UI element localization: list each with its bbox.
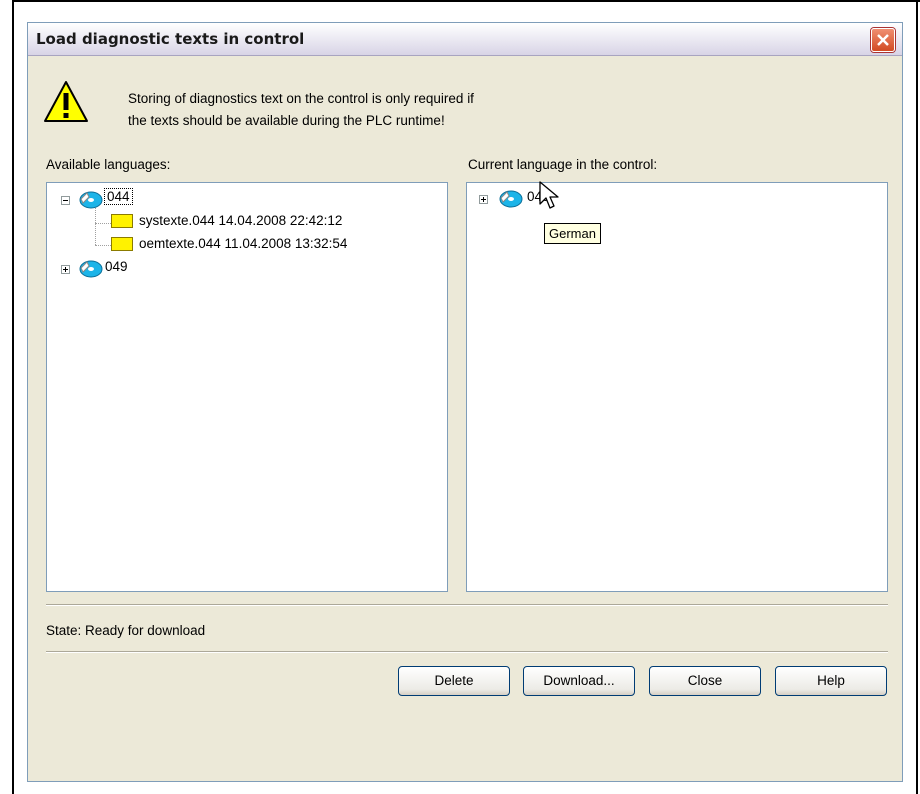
warning-icon bbox=[44, 81, 88, 122]
warning-line-1: Storing of diagnostics text on the contr… bbox=[128, 91, 474, 106]
close-button[interactable]: Close bbox=[649, 666, 761, 696]
frame-border-left bbox=[12, 0, 14, 794]
expand-toggle-current-049[interactable] bbox=[479, 195, 488, 204]
delete-button[interactable]: Delete bbox=[398, 666, 510, 696]
available-languages-label: Available languages: bbox=[46, 157, 171, 172]
warning-message: Storing of diagnostics text on the contr… bbox=[128, 88, 474, 132]
warning-line-2: the texts should be available during the… bbox=[128, 113, 445, 128]
language-disk-icon bbox=[79, 260, 103, 278]
language-tooltip: German bbox=[544, 223, 601, 244]
title-bar: Load diagnostic texts in control bbox=[28, 23, 902, 56]
dialog-title: Load diagnostic texts in control bbox=[36, 30, 305, 48]
tree-item-oemtexte[interactable]: oemtexte.044 11.04.2008 13:32:54 bbox=[139, 236, 347, 251]
close-window-button[interactable] bbox=[871, 28, 895, 52]
separator-bottom bbox=[46, 651, 888, 653]
current-language-tree[interactable]: 049 bbox=[466, 182, 888, 592]
frame-border-right bbox=[916, 0, 918, 794]
tree-connector bbox=[95, 245, 111, 246]
folder-icon bbox=[111, 237, 133, 251]
help-button[interactable]: Help bbox=[775, 666, 887, 696]
current-language-label: Current language in the control: bbox=[468, 157, 658, 172]
folder-icon bbox=[111, 214, 133, 228]
expand-toggle-049[interactable] bbox=[61, 265, 70, 274]
download-button[interactable]: Download... bbox=[523, 666, 635, 696]
available-languages-tree[interactable]: 044 systexte.044 14.04.2008 22:42:12 oem… bbox=[46, 182, 448, 592]
tree-item-044[interactable]: 044 bbox=[104, 188, 133, 205]
tree-item-049[interactable]: 049 bbox=[105, 259, 128, 274]
close-icon bbox=[877, 34, 889, 46]
mouse-cursor-icon bbox=[539, 181, 559, 209]
language-disk-icon bbox=[79, 191, 103, 209]
status-text: State: Ready for download bbox=[46, 623, 206, 638]
separator-top bbox=[46, 604, 888, 606]
frame-border-top bbox=[12, 0, 920, 2]
tree-connector bbox=[95, 205, 96, 245]
collapse-toggle-044[interactable] bbox=[61, 196, 70, 205]
language-disk-icon bbox=[499, 190, 523, 208]
tree-connector bbox=[95, 223, 111, 224]
tree-item-systexte[interactable]: systexte.044 14.04.2008 22:42:12 bbox=[139, 213, 342, 228]
load-diagnostic-texts-dialog: Load diagnostic texts in control Storing… bbox=[27, 22, 903, 782]
